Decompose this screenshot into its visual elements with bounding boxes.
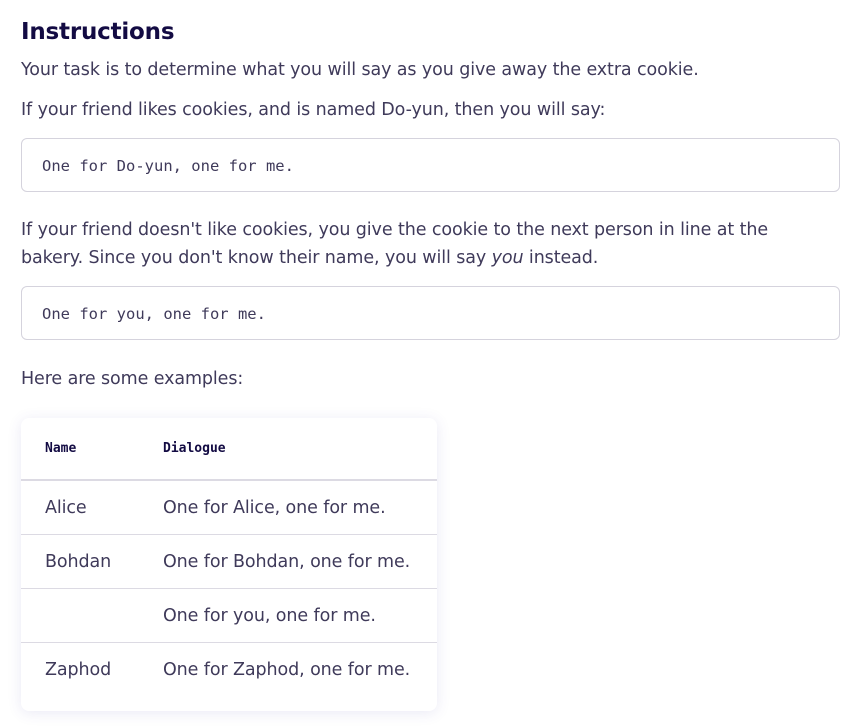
row-dialogue: One for Zaphod, one for me. (163, 659, 411, 680)
friend-dislikes-emphasis: you (491, 248, 524, 268)
code-block-named: One for Do-yun, one for me. (21, 138, 840, 192)
examples-table: Name Dialogue Alice One for Alice, one f… (21, 418, 437, 696)
row-dialogue: One for Alice, one for me. (163, 480, 437, 535)
table-row: Alice One for Alice, one for me. (21, 480, 437, 535)
header-dialogue: Dialogue (163, 418, 437, 481)
friend-dislikes-text-after: instead. (523, 248, 599, 268)
row-name: Alice (21, 480, 163, 535)
table-row: Zaphod One for Zaphod, one for me. (21, 643, 437, 697)
task-paragraph: Your task is to determine what you will … (21, 60, 699, 80)
instructions-heading: Instructions (21, 19, 175, 45)
row-dialogue: One for you, one for me. (163, 588, 437, 643)
header-name: Name (21, 418, 163, 481)
row-name (21, 588, 163, 643)
friend-dislikes-text-before: If your friend doesn't like cookies, you… (21, 220, 769, 268)
row-name: Zaphod (45, 659, 112, 680)
table-row: One for you, one for me. (21, 588, 437, 643)
examples-table-card: Name Dialogue Alice One for Alice, one f… (21, 418, 437, 711)
examples-intro: Here are some examples: (21, 369, 244, 389)
table-row: Bohdan One for Bohdan, one for me. (21, 534, 437, 589)
friend-dislikes-paragraph: If your friend doesn't like cookies, you… (21, 216, 821, 272)
row-dialogue: One for Bohdan, one for me. (163, 534, 437, 589)
row-name: Bohdan (21, 534, 163, 589)
table-header-row: Name Dialogue (21, 418, 437, 481)
friend-likes-paragraph: If your friend likes cookies, and is nam… (21, 100, 606, 120)
code-block-unnamed: One for you, one for me. (21, 286, 840, 340)
